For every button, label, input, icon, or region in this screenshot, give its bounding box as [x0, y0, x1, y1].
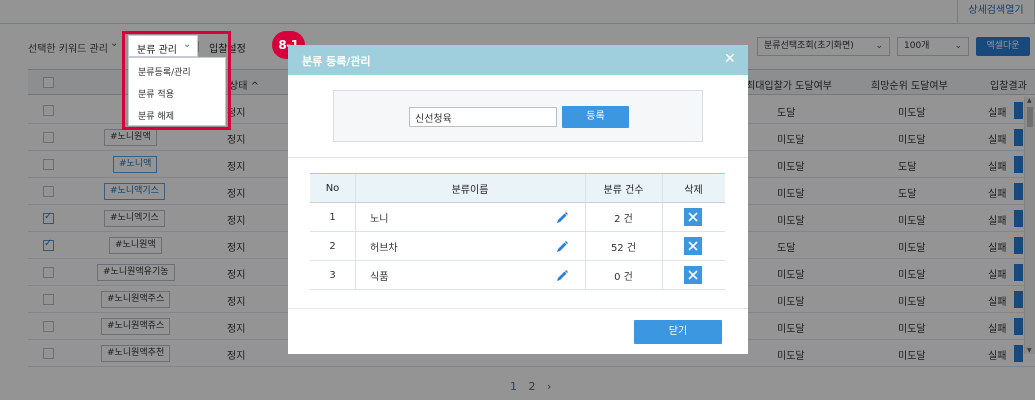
- category-name: 노니: [370, 213, 389, 225]
- modal-divider: [288, 157, 748, 158]
- category-no: 1: [329, 211, 336, 223]
- category-count: 0 건: [614, 271, 633, 283]
- close-button[interactable]: 닫기: [634, 320, 722, 344]
- register-box: 등록: [333, 90, 703, 142]
- col-divider: [662, 203, 663, 231]
- highlight-box: [122, 31, 231, 130]
- col-no: No: [325, 182, 340, 194]
- close-icon[interactable]: ✕: [724, 51, 736, 67]
- category-modal: 분류 등록/관리 ✕ 등록 No 분류이름 분류 건수 삭제 1 노니 2 건 2 허브…: [288, 45, 748, 354]
- category-row: 3 식품 0 건: [310, 261, 725, 290]
- col-delete: 삭제: [684, 184, 703, 196]
- col-count: 분류 건수: [603, 184, 644, 196]
- category-count: 52 건: [610, 242, 637, 254]
- register-button[interactable]: 등록: [562, 106, 629, 128]
- col-name: 분류이름: [451, 184, 489, 196]
- modal-title: 분류 등록/관리: [302, 55, 371, 68]
- category-table-header: No 분류이름 분류 건수 삭제: [310, 173, 725, 203]
- delete-button[interactable]: [684, 208, 702, 226]
- category-count: 2 건: [614, 213, 633, 225]
- category-row: 1 노니 2 건: [310, 203, 725, 232]
- category-row: 2 허브차 52 건: [310, 232, 725, 261]
- modal-divider: [288, 308, 748, 309]
- modal-header: 분류 등록/관리 ✕: [288, 45, 748, 75]
- pencil-icon[interactable]: [555, 240, 569, 254]
- delete-button[interactable]: [684, 266, 702, 284]
- category-name: 식품: [370, 271, 389, 283]
- pencil-icon[interactable]: [555, 211, 569, 225]
- category-no: 2: [329, 240, 336, 252]
- category-name: 허브차: [370, 242, 398, 254]
- pencil-icon[interactable]: [555, 269, 569, 283]
- category-name-input[interactable]: [409, 107, 557, 127]
- col-divider: [662, 261, 663, 289]
- col-divider: [662, 232, 663, 260]
- category-no: 3: [329, 269, 336, 281]
- delete-button[interactable]: [684, 237, 702, 255]
